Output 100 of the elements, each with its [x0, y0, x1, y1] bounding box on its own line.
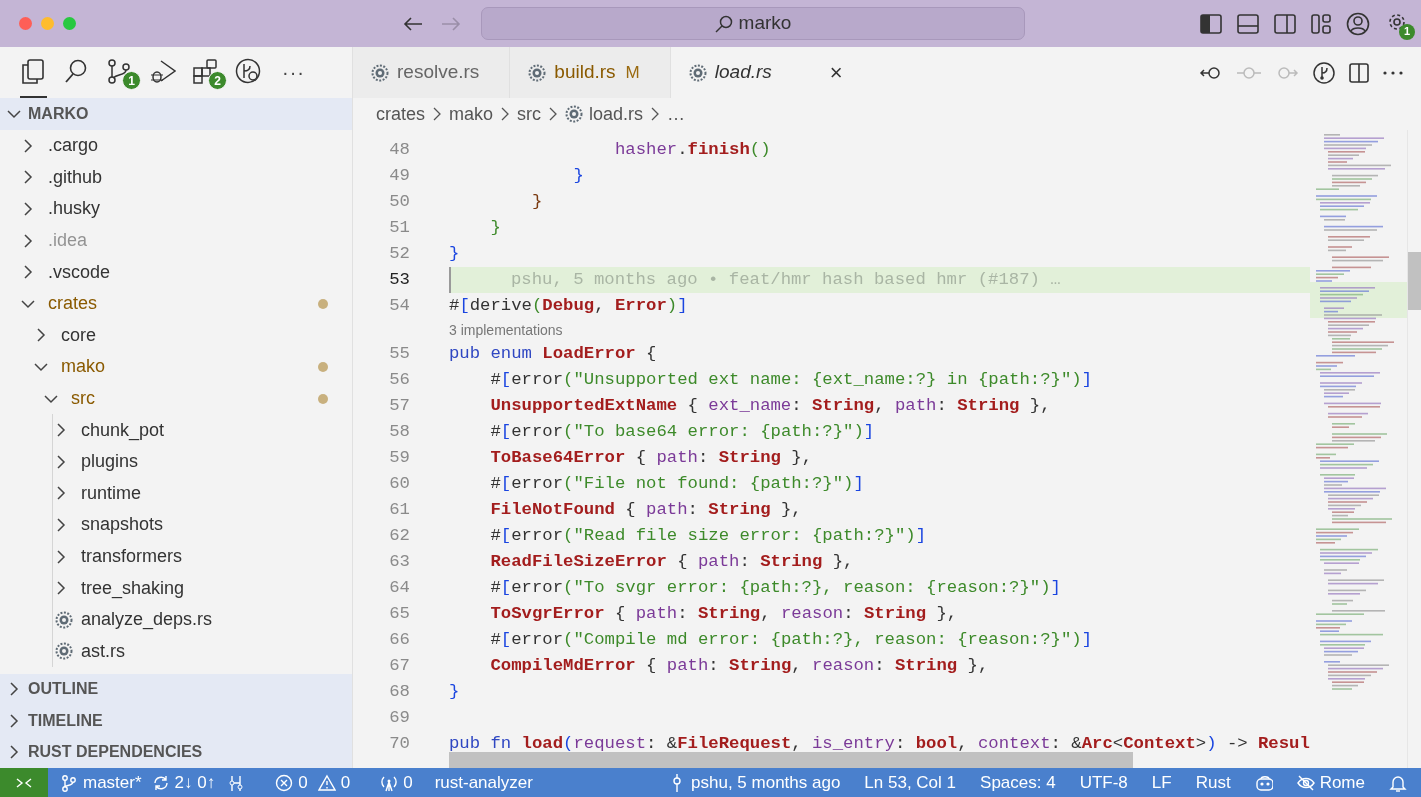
more-button[interactable]: ···	[278, 56, 309, 87]
robot-icon[interactable]	[1254, 773, 1273, 792]
breadcrumb-item[interactable]: src	[517, 100, 542, 128]
status-item[interactable]: UTF-8	[1079, 769, 1128, 796]
layout-icon[interactable]	[1311, 13, 1331, 34]
extensions-icon[interactable]	[192, 58, 219, 85]
breadcrumb-item[interactable]: mako	[449, 100, 494, 128]
tree-item[interactable]: runtime	[0, 477, 352, 510]
notification-badge: 1	[1399, 23, 1415, 40]
status-item[interactable]: Rome	[1296, 769, 1365, 796]
breadcrumb-item[interactable]: …	[667, 100, 686, 128]
tree-item[interactable]: .github	[0, 161, 352, 194]
line-number: 70	[388, 733, 410, 756]
tree-item[interactable]: .cargo	[0, 130, 352, 162]
account-icon[interactable]	[1346, 11, 1370, 36]
line-number: 54	[388, 295, 410, 318]
breadcrumb-item[interactable]: load.rs	[589, 100, 644, 128]
cog-icon	[528, 63, 547, 82]
split-editor-icon[interactable]	[1349, 62, 1369, 83]
git-branch-icon[interactable]	[1313, 61, 1335, 84]
status-item[interactable]: LF	[1151, 769, 1172, 796]
tree-item[interactable]: .vscode	[0, 256, 352, 288]
error-icon	[275, 773, 294, 792]
status-item[interactable]: rust-analyzer	[434, 769, 533, 796]
bell-icon[interactable]	[1389, 773, 1407, 792]
warning-icon	[317, 773, 336, 792]
code-line: }	[449, 243, 460, 266]
line-number: 69	[388, 707, 410, 730]
section-header[interactable]: OUTLINE	[0, 673, 352, 705]
tree-item[interactable]: plugins	[0, 445, 352, 478]
line-number: 56	[388, 369, 410, 392]
tree-item[interactable]: core	[0, 319, 352, 352]
line-number: 58	[388, 421, 410, 444]
code-line: pub fn load(request: &FileRequest, is_entry: bool, context: &Arc<Context>) -> Resul	[449, 733, 1310, 756]
tree-item[interactable]: crates	[0, 287, 352, 320]
section-header[interactable]: RUST DEPENDENCIES	[0, 736, 352, 768]
toggle-panel-icon[interactable]	[1237, 13, 1259, 34]
source-control-icon[interactable]	[106, 58, 133, 85]
editor-tab[interactable]: resolve.rs	[353, 47, 511, 98]
run-debug-icon[interactable]	[149, 58, 176, 85]
code-line: #[error("To svgr error: {path:?}, reason: {reason:?}")]	[489, 577, 1061, 600]
status-item[interactable]: 2↓ 0↑	[151, 769, 216, 796]
cog-icon	[371, 63, 389, 82]
more-icon[interactable]	[1383, 70, 1403, 75]
line-number: 52	[388, 243, 410, 266]
code-line: CompileMdError { path: String, reason: String },	[489, 655, 989, 678]
code-line: }	[449, 681, 460, 704]
line-number: 64	[388, 577, 410, 600]
line-number: 61	[388, 499, 410, 522]
line-number: 51	[388, 217, 410, 240]
status-item[interactable]: master*	[60, 769, 142, 796]
tree-item[interactable]: .husky	[0, 193, 352, 225]
code-line: #[derive(Debug, Error)]	[449, 295, 688, 318]
tree-item[interactable]: ast.rs	[0, 635, 352, 668]
tree-item[interactable]: analyze_deps.rs	[0, 603, 352, 636]
back-arrow-icon[interactable]	[403, 15, 423, 32]
tree-item[interactable]: chunk_pot	[0, 414, 352, 446]
count-badge: 2	[208, 71, 227, 90]
breadcrumb-item[interactable]: crates	[376, 100, 426, 128]
tree-item[interactable]: tree_shaking	[0, 572, 352, 604]
tree-item[interactable]: transformers	[0, 540, 352, 573]
line-number: 65	[388, 603, 410, 626]
line-number: 68	[388, 681, 410, 704]
search-icon	[714, 14, 733, 33]
status-item[interactable]: Rust	[1195, 769, 1231, 796]
close-tab-button[interactable]: ×	[829, 56, 843, 89]
status-item[interactable]: Ln 53, Col 1	[864, 769, 957, 796]
toggle-sidebar-icon[interactable]	[1200, 13, 1222, 34]
status-item[interactable]: 0	[317, 769, 351, 796]
horizontal-scrollbar[interactable]	[449, 752, 1133, 768]
tree-item[interactable]: mako	[0, 351, 352, 383]
status-letter: M	[625, 61, 640, 84]
cog-icon	[55, 642, 73, 661]
remote-button[interactable]	[0, 768, 48, 797]
command-search-field[interactable]: marko	[481, 7, 1025, 40]
status-item[interactable]: 0	[275, 769, 308, 796]
previous-change-icon[interactable]	[1199, 64, 1223, 81]
code-lens-link[interactable]: 3 implementations	[449, 319, 563, 341]
line-number: 66	[388, 629, 410, 652]
timeline-circle-icon[interactable]	[235, 58, 262, 85]
line-number: 55	[388, 343, 410, 366]
line-number: 57	[388, 395, 410, 418]
line-number: 60	[388, 473, 410, 496]
status-item[interactable]: Spaces: 4	[980, 769, 1056, 796]
line-number: 67	[388, 655, 410, 678]
status-item[interactable]: 0	[380, 769, 413, 796]
editor-tab[interactable]: build.rs M	[510, 47, 671, 98]
code-line: hasher.finish()	[613, 139, 771, 162]
tree-item[interactable]: snapshots	[0, 509, 352, 541]
vertical-scrollbar[interactable]	[1408, 252, 1421, 310]
status-item[interactable]: pshu, 5 months ago	[668, 769, 841, 796]
tree-item[interactable]: src	[0, 382, 352, 415]
git-graph-icon[interactable]	[227, 773, 246, 792]
blame-annotation: pshu, 5 months ago • feat/hmr hash based hmr (#187) …	[511, 269, 1061, 292]
section-header[interactable]: MARKO	[0, 98, 352, 130]
code-line: UnsupportedExtName { ext_name: String, path: String },	[489, 395, 1051, 418]
code-line: #[error("Unsupported ext name: {ext_name:?} in {path:?}")]	[489, 369, 1092, 392]
files-icon[interactable]	[20, 58, 47, 85]
section-header[interactable]: TIMELINE	[0, 705, 352, 737]
split-layout-icon[interactable]	[1274, 13, 1296, 34]
